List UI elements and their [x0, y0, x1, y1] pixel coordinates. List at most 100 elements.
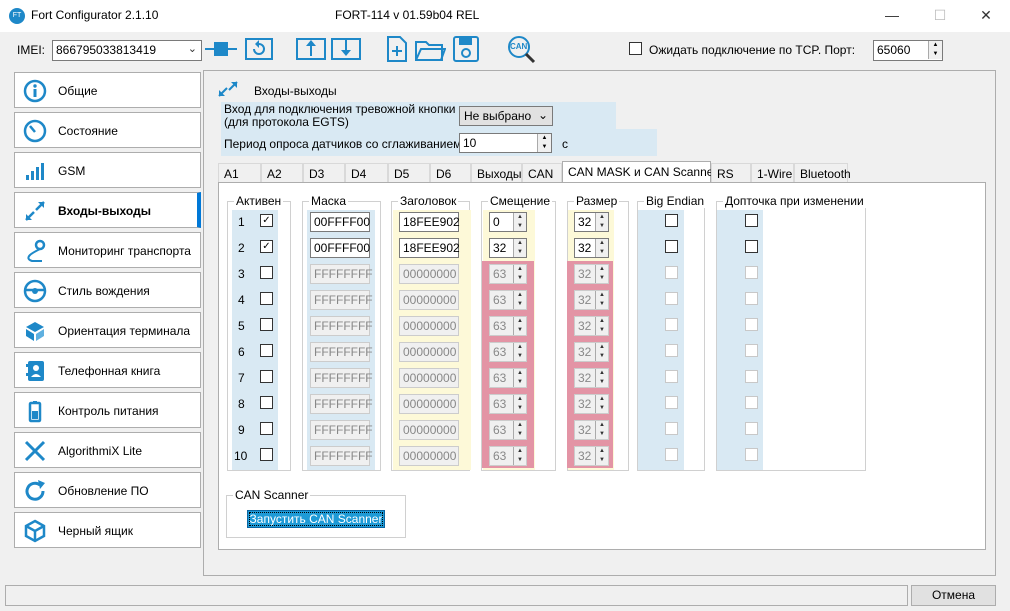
spin-up-icon[interactable]: ▲ [513, 265, 526, 274]
sidebar-item[interactable]: Мониторинг транспорта [14, 232, 201, 268]
sidebar-item[interactable]: Ориентация терминала [14, 312, 201, 348]
spin-up-icon[interactable]: ▲ [513, 395, 526, 404]
big-endian-checkbox[interactable] [665, 344, 678, 357]
open-folder-icon[interactable] [414, 34, 446, 64]
big-endian-checkbox[interactable] [665, 448, 678, 461]
active-checkbox[interactable] [260, 318, 273, 331]
spin-down-icon[interactable]: ▼ [513, 326, 526, 335]
size-input[interactable]: 32 ▲ ▼ [574, 394, 609, 414]
offset-input[interactable]: 63 ▲ ▼ [489, 316, 527, 336]
spin-down-icon[interactable]: ▼ [513, 352, 526, 361]
sidebar-item[interactable]: Черный ящик [14, 512, 201, 548]
maximize-button[interactable]: ☐ [917, 0, 963, 32]
tab[interactable]: D3 [303, 163, 345, 183]
tcp-wait-checkbox[interactable] [629, 42, 642, 55]
spin-up-icon[interactable]: ▲ [595, 447, 608, 456]
on-change-checkbox[interactable] [745, 318, 758, 331]
size-input[interactable]: 32 ▲ ▼ [574, 420, 609, 440]
big-endian-checkbox[interactable] [665, 214, 678, 227]
reconnect-icon[interactable] [243, 34, 275, 64]
offset-input[interactable]: 63 ▲ ▼ [489, 420, 527, 440]
on-change-checkbox[interactable] [745, 448, 758, 461]
size-input[interactable]: 32 ▲ ▼ [574, 342, 609, 362]
big-endian-checkbox[interactable] [665, 422, 678, 435]
spin-down-icon[interactable]: ▼ [595, 456, 608, 465]
spin-down-icon[interactable]: ▼ [513, 430, 526, 439]
on-change-checkbox[interactable] [745, 266, 758, 279]
spin-up-icon[interactable]: ▲ [595, 343, 608, 352]
sidebar-item[interactable]: Стиль вождения [14, 272, 201, 308]
on-change-checkbox[interactable] [745, 344, 758, 357]
on-change-checkbox[interactable] [745, 240, 758, 253]
spin-up-icon[interactable]: ▲ [595, 265, 608, 274]
offset-input[interactable]: 63 ▲ ▼ [489, 342, 527, 362]
spin-down-icon[interactable]: ▼ [513, 222, 526, 231]
start-can-scanner-button[interactable]: Запустить CAN Scanner [247, 510, 385, 528]
spin-up-icon[interactable]: ▲ [513, 421, 526, 430]
spin-up-icon[interactable]: ▲ [595, 421, 608, 430]
big-endian-checkbox[interactable] [665, 266, 678, 279]
size-input[interactable]: 32 ▲ ▼ [574, 290, 609, 310]
spin-down-icon[interactable]: ▼ [595, 326, 608, 335]
header-input[interactable]: 00000000 [399, 368, 459, 388]
spin-up-icon[interactable]: ▲ [928, 41, 942, 50]
cancel-button[interactable]: Отмена [911, 585, 996, 606]
sidebar-item[interactable]: Общие [14, 72, 201, 108]
mask-input[interactable]: FFFFFFFF [310, 342, 373, 362]
spin-up-icon[interactable]: ▲ [595, 291, 608, 300]
spin-down-icon[interactable]: ▼ [595, 378, 608, 387]
spin-down-icon[interactable]: ▼ [928, 50, 942, 59]
active-checkbox[interactable]: ✓ [260, 240, 273, 253]
sidebar-item[interactable]: Входы-выходы [14, 192, 201, 228]
sidebar-item[interactable]: Обновление ПО [14, 472, 201, 508]
tab[interactable]: Bluetooth [794, 163, 851, 183]
spin-up-icon[interactable]: ▲ [513, 239, 526, 248]
offset-input[interactable]: 63 ▲ ▼ [489, 394, 527, 414]
active-checkbox[interactable] [260, 266, 273, 279]
minimize-button[interactable]: — [869, 0, 915, 32]
header-input[interactable]: 00000000 [399, 446, 459, 466]
on-change-checkbox[interactable] [745, 292, 758, 305]
spin-down-icon[interactable]: ▼ [595, 222, 608, 231]
sidebar-item[interactable]: AlgorithmiX Lite [14, 432, 201, 468]
sidebar-item[interactable]: Состояние [14, 112, 201, 148]
tab[interactable]: D5 [388, 163, 430, 183]
tab[interactable]: D6 [430, 163, 471, 183]
tab[interactable]: 1-Wire [751, 163, 794, 183]
header-input[interactable]: 00000000 [399, 394, 459, 414]
size-input[interactable]: 32 ▲ ▼ [574, 238, 609, 258]
alarm-input-select[interactable]: Не выбрано ⌄ [459, 106, 553, 126]
tab[interactable]: CAN MASK и CAN Scanner [562, 161, 717, 183]
spin-down-icon[interactable]: ▼ [513, 300, 526, 309]
close-button[interactable]: ✕ [963, 0, 1009, 32]
offset-input[interactable]: 63 ▲ ▼ [489, 290, 527, 310]
spin-down-icon[interactable]: ▼ [595, 300, 608, 309]
sidebar-item[interactable]: Телефонная книга [14, 352, 201, 388]
mask-input[interactable]: FFFFFFFF [310, 368, 373, 388]
offset-input[interactable]: 63 ▲ ▼ [489, 368, 527, 388]
download-from-device-icon[interactable] [330, 34, 362, 64]
on-change-checkbox[interactable] [745, 396, 758, 409]
on-change-checkbox[interactable] [745, 370, 758, 383]
tab[interactable]: A1 [218, 163, 261, 183]
mask-input[interactable]: 00FFFF00 [310, 212, 370, 232]
big-endian-checkbox[interactable] [665, 396, 678, 409]
on-change-checkbox[interactable] [745, 422, 758, 435]
spin-up-icon[interactable]: ▲ [513, 317, 526, 326]
spin-down-icon[interactable]: ▼ [595, 248, 608, 257]
active-checkbox[interactable] [260, 344, 273, 357]
can-search-icon[interactable]: CAN [505, 34, 537, 64]
offset-input[interactable]: 63 ▲ ▼ [489, 264, 527, 284]
mask-input[interactable]: FFFFFFFF [310, 264, 373, 284]
spin-up-icon[interactable]: ▲ [513, 343, 526, 352]
spin-down-icon[interactable]: ▼ [537, 143, 551, 152]
spin-up-icon[interactable]: ▲ [513, 369, 526, 378]
spin-down-icon[interactable]: ▼ [513, 248, 526, 257]
spin-up-icon[interactable]: ▲ [595, 239, 608, 248]
tab[interactable]: Выходы [471, 163, 522, 183]
big-endian-checkbox[interactable] [665, 318, 678, 331]
active-checkbox[interactable]: ✓ [260, 214, 273, 227]
upload-to-device-icon[interactable] [295, 34, 327, 64]
mask-input[interactable]: FFFFFFFF [310, 420, 373, 440]
imei-select[interactable]: 866795033813419 ⌄ [52, 40, 202, 61]
